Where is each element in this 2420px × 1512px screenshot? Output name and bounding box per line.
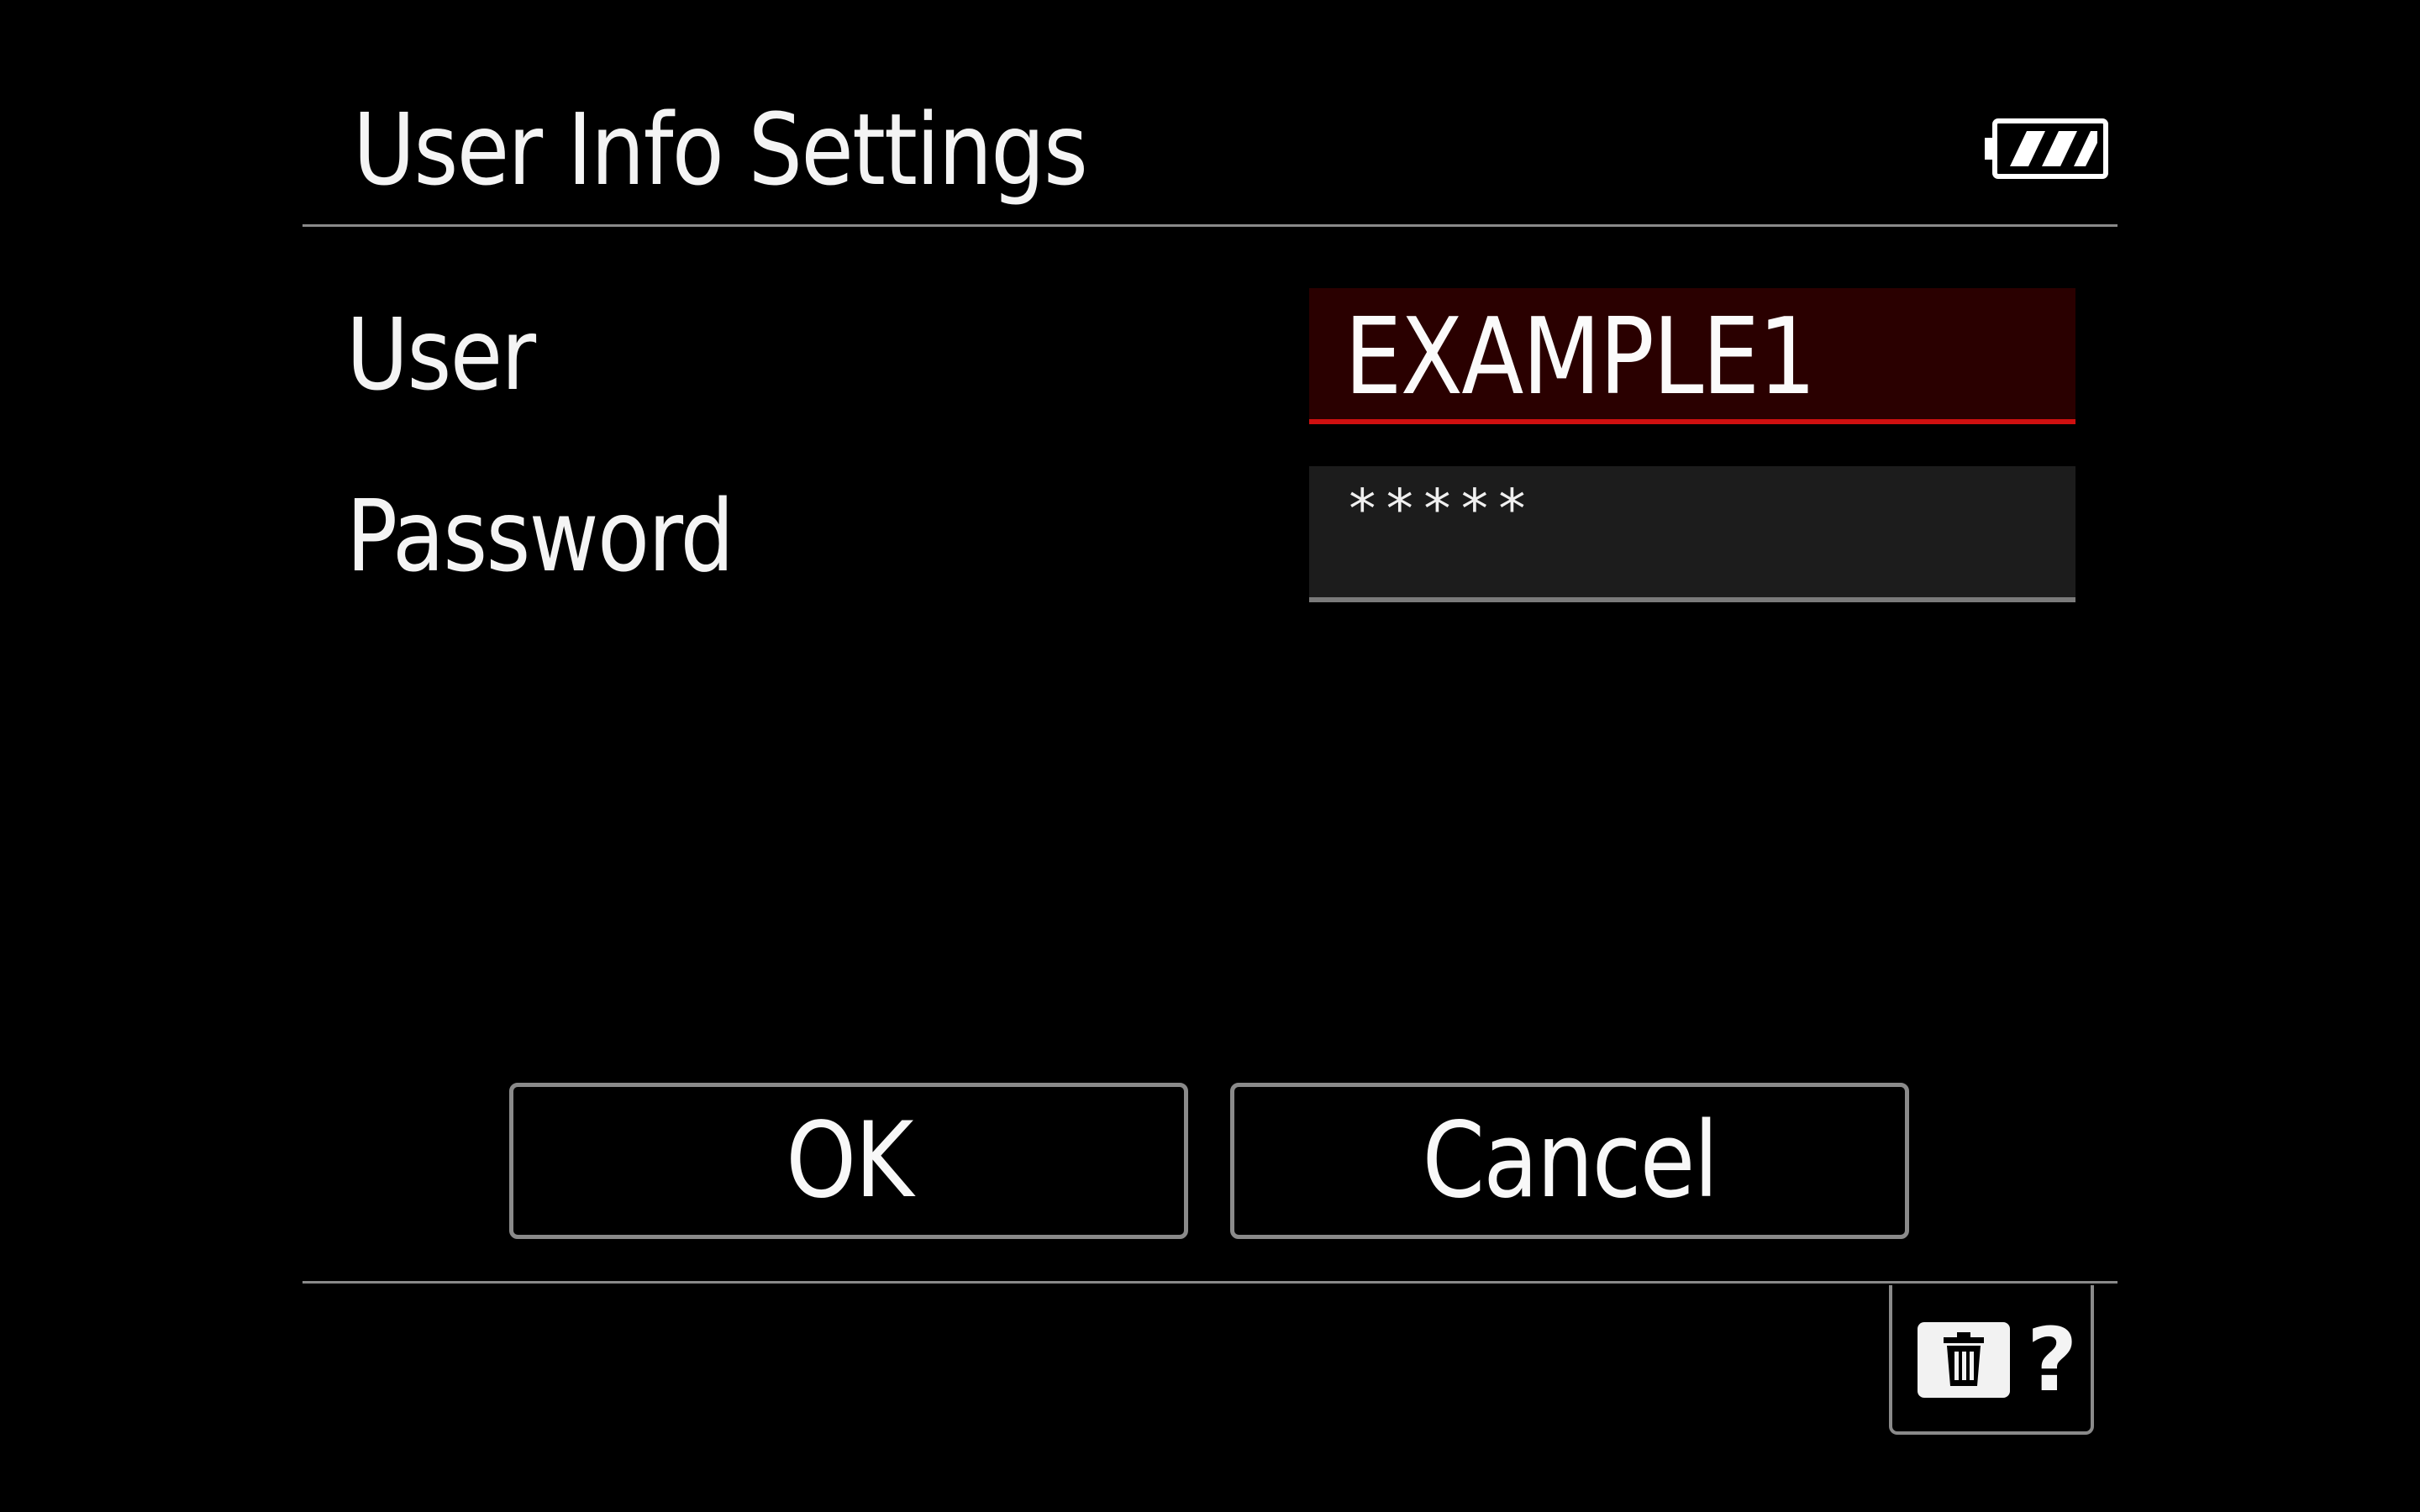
user-field-value: EXAMPLE1 xyxy=(1344,295,1816,418)
user-label: User xyxy=(346,297,536,412)
ok-button[interactable]: OK xyxy=(509,1083,1188,1239)
help-question-icon: ? xyxy=(2027,1309,2078,1411)
help-guide-box[interactable]: ? xyxy=(1889,1285,2094,1435)
footer-divider xyxy=(302,1281,2118,1284)
password-field-value: ***** xyxy=(1346,479,1534,541)
cancel-button[interactable]: Cancel xyxy=(1230,1083,1909,1239)
camera-menu-screen: User Info Settings User EXAMPLE1 Passwor… xyxy=(0,0,2420,1512)
battery-full-icon xyxy=(1983,118,2109,180)
password-label: Password xyxy=(346,478,734,594)
page-title: User Info Settings xyxy=(353,92,1088,207)
cancel-button-label: Cancel xyxy=(1422,1100,1719,1221)
header-divider xyxy=(302,224,2118,227)
ok-button-label: OK xyxy=(785,1100,913,1221)
trash-icon xyxy=(1918,1322,2010,1398)
user-field[interactable]: EXAMPLE1 xyxy=(1309,288,2075,424)
password-field[interactable]: ***** xyxy=(1309,466,2075,602)
